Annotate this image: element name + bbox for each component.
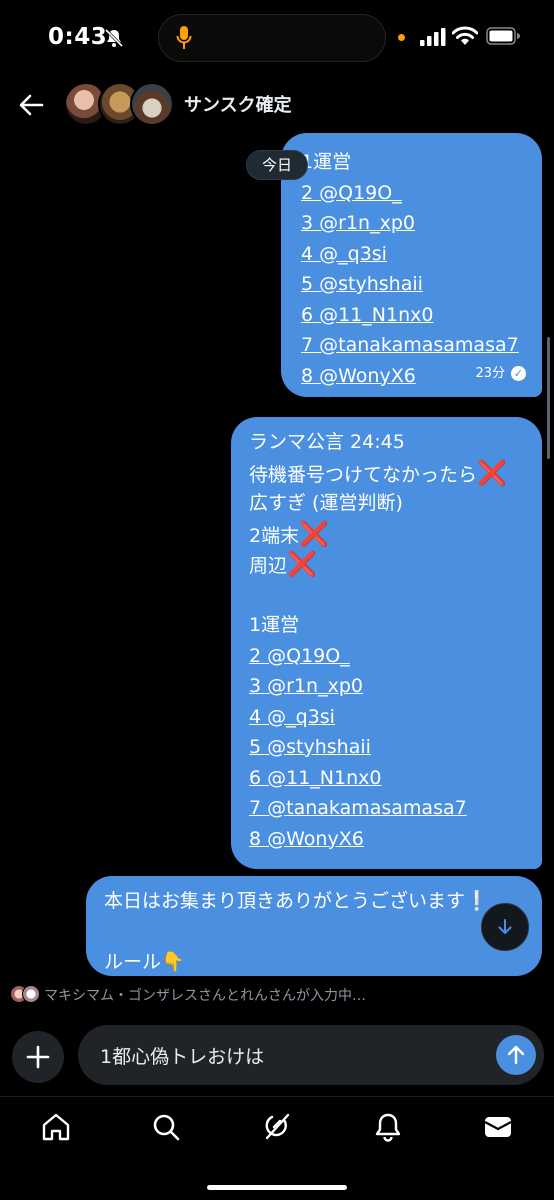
message-bubble[interactable]: ランマ公言 24:45 待機番号つけてなかったら❌ 広すぎ (運営判断) 2端末…: [231, 417, 542, 869]
mention-link[interactable]: 2 @Q19O_: [301, 178, 524, 209]
typing-avatars: [10, 985, 40, 1003]
message-line: ランマ公言 24:45: [249, 431, 405, 453]
mention-link[interactable]: 4 @_q3si: [249, 702, 524, 733]
mention-link[interactable]: 5 @styhshaii: [249, 732, 524, 763]
message-meta: 23分 ✓: [475, 359, 526, 390]
cross-mark-icon: ❌: [299, 519, 329, 548]
message-line: 周辺❌: [249, 549, 524, 580]
message-line: 1運営: [301, 151, 352, 173]
message-text: 周辺: [249, 555, 288, 577]
message-input[interactable]: 1都心偽トレおけは: [100, 1042, 264, 1069]
search-icon[interactable]: [150, 1111, 182, 1143]
cross-mark-icon: ❌: [477, 458, 507, 487]
mail-icon[interactable]: [482, 1111, 514, 1143]
plus-icon: [26, 1045, 50, 1069]
avatar: [22, 985, 40, 1003]
message-line: 1運営: [249, 614, 300, 636]
mention-link[interactable]: 7 @tanakamasamasa7: [301, 330, 524, 361]
home-icon[interactable]: [40, 1111, 72, 1143]
mention-link[interactable]: 6 @11_N1nx0: [301, 300, 524, 331]
bottom-nav: [0, 1096, 554, 1200]
battery-icon: [486, 27, 520, 45]
dynamic-island: [158, 14, 386, 62]
message-input-box[interactable]: 1都心偽トレおけは: [78, 1025, 544, 1085]
bell-icon[interactable]: [372, 1111, 404, 1143]
arrow-up-icon: [507, 1045, 525, 1065]
message-line: 待機番号つけてなかったら❌: [249, 458, 524, 489]
message-bubble[interactable]: 1運営 2 @Q19O_ 3 @r1n_xp0 4 @_q3si 5 @styh…: [281, 133, 542, 397]
mention-link[interactable]: 7 @tanakamasamasa7: [249, 793, 524, 824]
mention-link[interactable]: 2 @Q19O_: [249, 641, 524, 672]
wifi-icon: [452, 26, 478, 45]
mention-link[interactable]: 8 @WonyX6: [249, 824, 524, 855]
cellular-signal-icon: [420, 28, 446, 46]
mention-link[interactable]: 5 @styhshaii: [301, 269, 524, 300]
privacy-indicator-dot: [398, 34, 405, 41]
group-avatars[interactable]: [64, 82, 174, 128]
arrow-down-icon: [498, 919, 512, 934]
mention-link[interactable]: 3 @r1n_xp0: [249, 671, 524, 702]
message-time: 23分: [475, 365, 505, 381]
mention-link[interactable]: 4 @_q3si: [301, 239, 524, 270]
message-line: 広すぎ (運営判断): [249, 492, 403, 514]
mention-link[interactable]: 3 @r1n_xp0: [301, 208, 524, 239]
message-line: 2端末❌: [249, 519, 524, 550]
back-arrow-icon[interactable]: [18, 92, 44, 118]
date-separator: 今日: [246, 150, 308, 180]
message-bubble[interactable]: 本日はお集まり頂きありがとうございます❕ ルール👇: [86, 876, 542, 976]
send-button[interactable]: [496, 1035, 536, 1075]
chat-header: サンスク確定: [0, 72, 554, 136]
bell-off-icon: [104, 28, 124, 48]
typing-indicator: マキシマム・ゴンザレスさんとれんさんが入力中…: [0, 976, 554, 1014]
status-bar: 0:43: [0, 0, 554, 72]
cross-mark-icon: ❌: [287, 550, 317, 578]
scroll-to-bottom-button[interactable]: [481, 903, 529, 951]
microphone-icon: [176, 26, 192, 49]
status-time: 0:43: [48, 24, 108, 50]
home-indicator[interactable]: [207, 1185, 347, 1190]
message-text: 待機番号つけてなかったら: [249, 463, 478, 486]
message-line: [249, 580, 524, 611]
add-media-button[interactable]: [12, 1031, 64, 1083]
typing-text: マキシマム・ゴンザレスさんとれんさんが入力中…: [44, 988, 366, 1004]
mention-link[interactable]: 6 @11_N1nx0: [249, 763, 524, 794]
avatar: [130, 82, 174, 126]
chat-title[interactable]: サンスク確定: [184, 91, 292, 117]
message-text: 2端末: [249, 524, 300, 547]
message-composer: 1都心偽トレおけは: [0, 1014, 554, 1096]
read-check-icon: ✓: [511, 366, 526, 382]
message-line: 本日はお集まり頂きありがとうございます❕: [104, 890, 489, 912]
grok-icon[interactable]: [261, 1111, 293, 1143]
message-line: [104, 917, 524, 948]
message-line: ルール👇: [104, 951, 185, 973]
scrollbar[interactable]: [547, 337, 550, 459]
